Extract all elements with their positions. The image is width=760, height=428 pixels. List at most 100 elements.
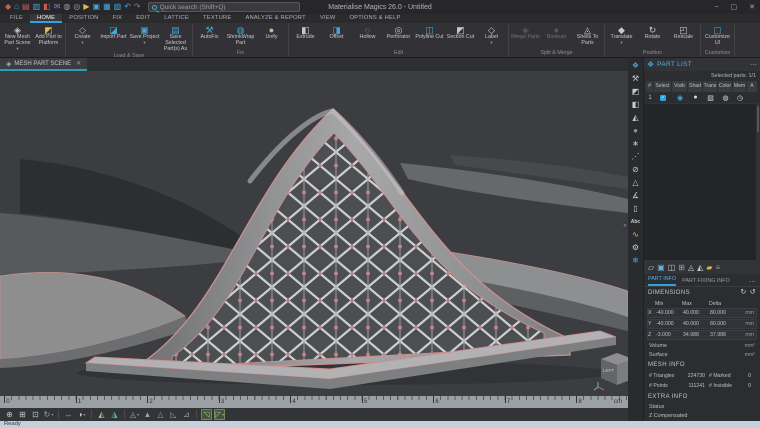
column-select[interactable]: Select [654, 81, 672, 92]
close-button[interactable]: ✕ [749, 3, 755, 11]
triangle-tool-icon[interactable]: ◭ [632, 112, 638, 124]
quality-cube-icon[interactable]: ◧ [632, 99, 640, 111]
column-a[interactable]: A [747, 81, 758, 92]
zoom-icon[interactable]: ⊕ [4, 409, 15, 420]
menu-tab-home[interactable]: HOME [30, 14, 62, 23]
menu-tab-lattice[interactable]: LATTICE [157, 14, 196, 23]
column-[interactable]: # [646, 81, 654, 92]
marked-triangles-view-icon[interactable]: ◬▾ [129, 409, 140, 420]
tab-part-info[interactable]: PART INFO [648, 276, 676, 286]
duplicate-info-icon[interactable]: ⊞ [678, 263, 685, 272]
minimize-button[interactable]: – [715, 3, 719, 11]
app-logo-icon[interactable]: ◆ [5, 0, 11, 14]
shading-icon[interactable]: ● [688, 92, 703, 104]
column-mem[interactable]: Mem [733, 81, 747, 92]
close-tab-icon[interactable]: ✕ [76, 60, 81, 67]
column-shad[interactable]: Shad [688, 81, 703, 92]
shells-to-parts-button[interactable]: ◬Shells To Parts [572, 24, 603, 47]
memo-icon[interactable]: ◷ [733, 92, 747, 104]
3d-viewport[interactable]: LEFT [0, 71, 628, 396]
menu-tab-file[interactable]: FILE [3, 14, 30, 23]
info-tabs-menu-button[interactable]: ⋯ [749, 278, 756, 286]
new-info-icon[interactable]: ▱ [648, 263, 654, 272]
select-checkbox[interactable]: ✓ [654, 92, 672, 104]
maximize-button[interactable]: ▢ [731, 3, 738, 11]
section-view-icon[interactable]: ◸▾ [214, 409, 225, 420]
menu-tab-view[interactable]: VIEW [313, 14, 343, 23]
tab-part-fixing-info[interactable]: PART FIXING INFO [682, 278, 730, 286]
rotate-view-icon[interactable]: ↻▾ [43, 409, 54, 420]
merge-info-icon[interactable]: ◬ [688, 263, 694, 272]
column-trans[interactable]: Trans [703, 81, 718, 92]
save-all-icon[interactable]: ▧ [114, 0, 122, 14]
collapse-panel-handle[interactable]: » [622, 218, 628, 234]
label-button[interactable]: ◇Label▾ [476, 24, 507, 45]
point-cloud-icon[interactable]: ⋰ [632, 151, 640, 163]
quick-search-box[interactable] [148, 2, 300, 12]
perforator-button[interactable]: ◎Perforator [383, 24, 414, 41]
table-row[interactable]: 1✓◉●▧◍◷ [646, 92, 758, 104]
open-project-icon[interactable]: ◧ [43, 0, 51, 14]
section-cut-button[interactable]: ◩Section Cut [445, 24, 476, 41]
search-input[interactable] [160, 4, 296, 11]
visibility-icon[interactable]: ◉ [672, 92, 688, 104]
rescale-button[interactable]: ◰Rescale [668, 24, 699, 41]
menu-tab-texture[interactable]: TEXTURE [196, 14, 238, 23]
bottom-plane-view-icon[interactable]: ◹ [201, 409, 212, 420]
undo-icon[interactable]: ↶ [124, 0, 131, 14]
menu-tab-edit[interactable]: EDIT [129, 14, 157, 23]
shells-info-icon[interactable]: ◭ [697, 263, 703, 272]
new-mesh-part-scene-button[interactable]: ◈New Mesh Part Scene▾ [2, 24, 33, 51]
part-pages-icon[interactable]: ◩ [632, 86, 640, 98]
export-icon[interactable]: ▶ [83, 0, 89, 14]
autofix-button[interactable]: ⚒AutoFix [194, 24, 225, 41]
curve-tool-icon[interactable]: ∿ [632, 229, 639, 241]
report-doc-icon[interactable]: ▯ [633, 203, 637, 215]
part-list-body[interactable] [644, 104, 760, 260]
annotate-abc-icon[interactable]: Abc [631, 216, 640, 228]
fix-wizard-icon[interactable]: ⚒ [632, 73, 639, 85]
import-part-button[interactable]: ◪Import Part [98, 24, 129, 41]
save-icon[interactable]: ▣ [93, 0, 101, 14]
save-selected-parts-as-button[interactable]: ▤Save Selected Part(s) As [160, 24, 191, 52]
menu-tab-options-help[interactable]: OPTIONS & HELP [342, 14, 407, 23]
shrinkwrap-part-button[interactable]: ◍ShrinkWrap Part [225, 24, 256, 47]
folder-info-icon[interactable]: ▰ [706, 263, 712, 272]
right-view-icon[interactable]: ⊿ [181, 409, 192, 420]
menu-tab-position[interactable]: POSITION [62, 14, 105, 23]
import-part-icon[interactable]: ▥ [33, 0, 41, 14]
front-view-icon[interactable]: ▲ [142, 409, 153, 420]
circle-cut-icon[interactable]: ⊘ [632, 164, 639, 176]
checkbox-checked-icon[interactable]: ✓ [660, 95, 666, 101]
transparency-icon[interactable]: ▧ [703, 92, 718, 104]
save-info-icon[interactable]: ▣ [657, 263, 665, 272]
tab-mesh-part-scene[interactable]: ◈ MESH PART SCENE ✕ [0, 58, 87, 71]
hollow-button[interactable]: ◌Hollow [352, 24, 383, 41]
measure-angle-icon[interactable]: ∡ [632, 190, 639, 202]
column-visib[interactable]: Visib [672, 81, 688, 92]
support-tool-icon[interactable]: ∗ [632, 138, 639, 150]
unify-button[interactable]: ●Unify [256, 24, 287, 41]
add-part-to-platform-button[interactable]: ◩Add Part to Platform [33, 24, 64, 47]
pan-view-icon[interactable]: ↔ [63, 409, 74, 420]
save-project-button[interactable]: ▣Save Project▾ [129, 24, 160, 45]
update-dimensions-icon[interactable]: ↻ [740, 287, 746, 299]
customize-ui-button[interactable]: ▢Customize UI [702, 24, 733, 47]
list-info-icon[interactable]: ≡ [715, 263, 720, 272]
shade-view-icon[interactable]: ◭ [96, 409, 107, 420]
left-view-icon[interactable]: ◺ [168, 409, 179, 420]
save-as-icon[interactable]: ▦ [103, 0, 111, 14]
part-list-tool-icon[interactable]: ❖ [632, 60, 639, 72]
part-list-menu-button[interactable]: ⋯ [750, 61, 757, 69]
rotate-button[interactable]: ↻Rotate [637, 24, 668, 41]
part-list-scrollbar[interactable] [756, 104, 760, 260]
update-all-dimensions-icon[interactable]: ↺ [750, 287, 756, 299]
menu-tab-analyze-report[interactable]: ANALYZE & REPORT [238, 14, 312, 23]
column-color[interactable]: Color [718, 81, 733, 92]
color-icon[interactable]: ◍ [718, 92, 733, 104]
zoom-window-icon[interactable]: ⊞ [17, 409, 28, 420]
home-shortcut-icon[interactable]: ⌂ [14, 0, 19, 14]
wireframe-view-icon[interactable]: ◮ [109, 409, 120, 420]
back-view-icon[interactable]: △ [155, 409, 166, 420]
snowflake-icon[interactable]: ❄ [632, 255, 639, 267]
